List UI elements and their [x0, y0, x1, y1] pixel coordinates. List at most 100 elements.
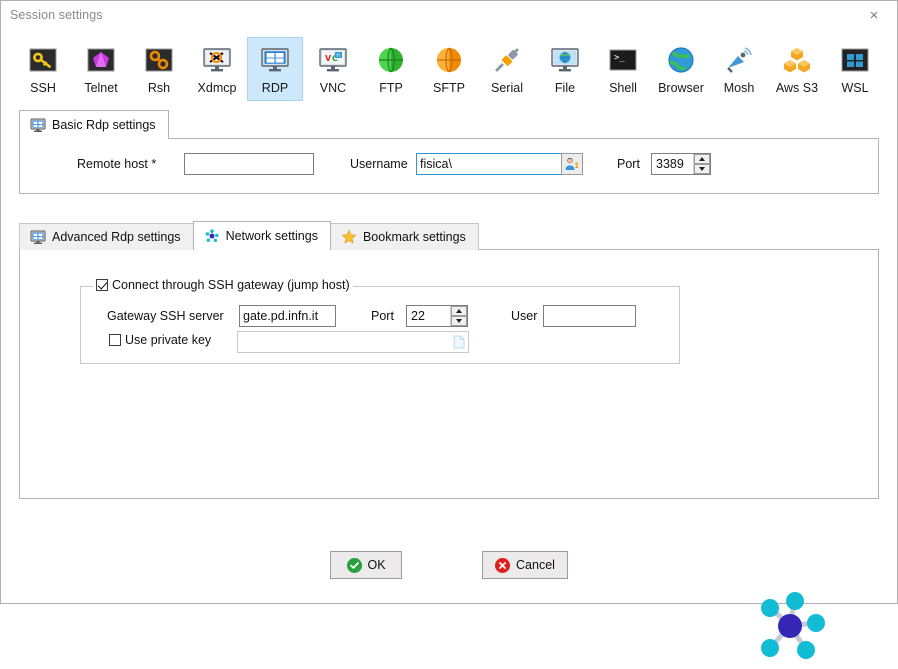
- gateway-server-input[interactable]: [239, 305, 336, 327]
- protocol-aws-s3[interactable]: Aws S3: [769, 37, 825, 101]
- gateway-port-increment[interactable]: [451, 306, 467, 316]
- protocol-label: Telnet: [84, 81, 118, 95]
- ssh-gateway-label: Connect through SSH gateway (jump host): [112, 278, 350, 292]
- ssh-gateway-groupbox: Connect through SSH gateway (jump host) …: [80, 278, 680, 364]
- serial-plug-icon: [491, 44, 523, 76]
- ssh-gateway-checkbox-box[interactable]: [96, 279, 108, 291]
- protocol-label: SSH: [30, 81, 56, 95]
- protocol-ftp[interactable]: FTP: [363, 37, 419, 101]
- protocol-label: Xdmcp: [197, 81, 237, 95]
- tab-network-settings-label: Network settings: [225, 229, 318, 243]
- protocol-label: File: [554, 81, 576, 95]
- protocol-label: WSL: [841, 81, 869, 95]
- tab-advanced-rdp-settings-label: Advanced Rdp settings: [52, 230, 181, 244]
- tab-basic-rdp-settings-label: Basic Rdp settings: [52, 118, 156, 132]
- protocol-xdmcp[interactable]: Xdmcp: [189, 37, 245, 101]
- basic-settings-panel: Remote host * Username Port 3389: [19, 138, 879, 194]
- close-icon[interactable]: ×: [851, 1, 897, 29]
- settings-tabstrip: Advanced Rdp settings Network settings B…: [1, 220, 897, 250]
- protocol-ssh[interactable]: SSH: [15, 37, 71, 101]
- use-private-key-checkbox-box[interactable]: [109, 334, 121, 346]
- remote-host-input[interactable]: [184, 153, 314, 175]
- protocol-file[interactable]: File: [537, 37, 593, 101]
- protocol-label: VNC: [319, 81, 347, 95]
- gateway-port-decrement[interactable]: [451, 316, 467, 326]
- gateway-server-label: Gateway SSH server: [107, 309, 224, 323]
- sftp-globe-icon: [433, 44, 465, 76]
- cross-circle-icon: [495, 557, 511, 573]
- ssh-gateway-checkbox[interactable]: Connect through SSH gateway (jump host): [93, 278, 353, 292]
- protocol-sftp[interactable]: SFTP: [421, 37, 477, 101]
- svg-text:n: n: [336, 52, 340, 59]
- protocol-rdp[interactable]: RDP: [247, 37, 303, 101]
- browser-globe-icon: [665, 44, 697, 76]
- protocol-label: SFTP: [433, 81, 465, 95]
- use-private-key-label: Use private key: [125, 333, 212, 347]
- private-key-input[interactable]: [238, 332, 450, 352]
- tab-advanced-rdp-settings[interactable]: Advanced Rdp settings: [19, 223, 194, 250]
- protocol-mosh[interactable]: Mosh: [711, 37, 767, 101]
- protocol-rsh[interactable]: Rsh: [131, 37, 187, 101]
- cancel-button-label: Cancel: [516, 558, 555, 572]
- protocol-serial[interactable]: Serial: [479, 37, 535, 101]
- protocol-label: Mosh: [723, 81, 755, 95]
- gateway-port-value: 22: [411, 309, 425, 323]
- protocol-label: RDP: [261, 81, 289, 95]
- private-key-field[interactable]: [237, 331, 469, 353]
- user-picker-icon[interactable]: [561, 153, 583, 175]
- session-settings-dialog: Session settings × SSH Telnet Rsh Xdmcp RDP V…: [0, 0, 898, 659]
- xdmcp-icon: [201, 44, 233, 76]
- ok-button[interactable]: OK: [330, 551, 403, 579]
- basic-port-decrement[interactable]: [694, 164, 710, 174]
- basic-port-spinner[interactable]: 3389: [651, 153, 711, 175]
- protocol-label: Browser: [658, 81, 704, 95]
- cancel-button[interactable]: Cancel: [482, 551, 568, 579]
- username-input[interactable]: [416, 153, 568, 175]
- file-share-icon: [549, 44, 581, 76]
- tab-bookmark-settings-label: Bookmark settings: [362, 230, 466, 244]
- protocol-browser[interactable]: Browser: [653, 37, 709, 101]
- tab-bookmark-settings[interactable]: Bookmark settings: [329, 223, 479, 250]
- basic-tabstrip: Basic Rdp settings: [1, 109, 897, 139]
- dialog-buttons: OK Cancel: [1, 551, 897, 579]
- rdp-icon: [259, 44, 291, 76]
- telnet-icon: [85, 44, 117, 76]
- tab-network-settings[interactable]: Network settings: [192, 221, 331, 250]
- wsl-windows-icon: [839, 44, 871, 76]
- window-title: Session settings: [10, 8, 103, 22]
- protocol-label: Rsh: [147, 81, 171, 95]
- gateway-user-input[interactable]: [543, 305, 636, 327]
- network-nodes-icon: [204, 228, 220, 244]
- gateway-port-spinner[interactable]: 22: [406, 305, 468, 327]
- protocol-label: Serial: [491, 81, 523, 95]
- protocol-label: Shell: [609, 81, 637, 95]
- protocol-label: Aws S3: [775, 81, 819, 95]
- protocol-vnc[interactable]: V Cn VNC: [305, 37, 361, 101]
- network-hub-icon: [750, 586, 830, 666]
- svg-text:>_: >_: [614, 53, 625, 63]
- network-settings-panel: Connect through SSH gateway (jump host) …: [19, 249, 879, 659]
- gateway-port-label: Port: [371, 309, 394, 323]
- monitor-icon: [30, 229, 46, 245]
- ssh-key-icon: [27, 44, 59, 76]
- aws-s3-icon: [781, 44, 813, 76]
- protocol-toolbar: SSH Telnet Rsh Xdmcp RDP V Cn VNC FTP SFTP Serial F…: [1, 29, 897, 109]
- document-icon[interactable]: [450, 335, 468, 349]
- use-private-key-checkbox[interactable]: Use private key: [109, 333, 211, 347]
- check-circle-icon: [346, 557, 362, 573]
- protocol-wsl[interactable]: WSL: [827, 37, 883, 101]
- protocol-shell[interactable]: >_ Shell: [595, 37, 651, 101]
- username-label: Username: [350, 157, 408, 171]
- protocol-telnet[interactable]: Telnet: [73, 37, 129, 101]
- vnc-icon: VCn: [317, 44, 349, 76]
- remote-host-label: Remote host *: [77, 157, 157, 171]
- rsh-icon: [143, 44, 175, 76]
- tab-basic-rdp-settings[interactable]: Basic Rdp settings: [19, 110, 169, 139]
- gateway-user-label: User: [511, 309, 538, 323]
- basic-port-value: 3389: [656, 157, 684, 171]
- ftp-globe-icon: [375, 44, 407, 76]
- title-bar: Session settings ×: [1, 1, 897, 29]
- basic-port-increment[interactable]: [694, 154, 710, 164]
- monitor-icon: [30, 117, 46, 133]
- protocol-label: FTP: [379, 81, 403, 95]
